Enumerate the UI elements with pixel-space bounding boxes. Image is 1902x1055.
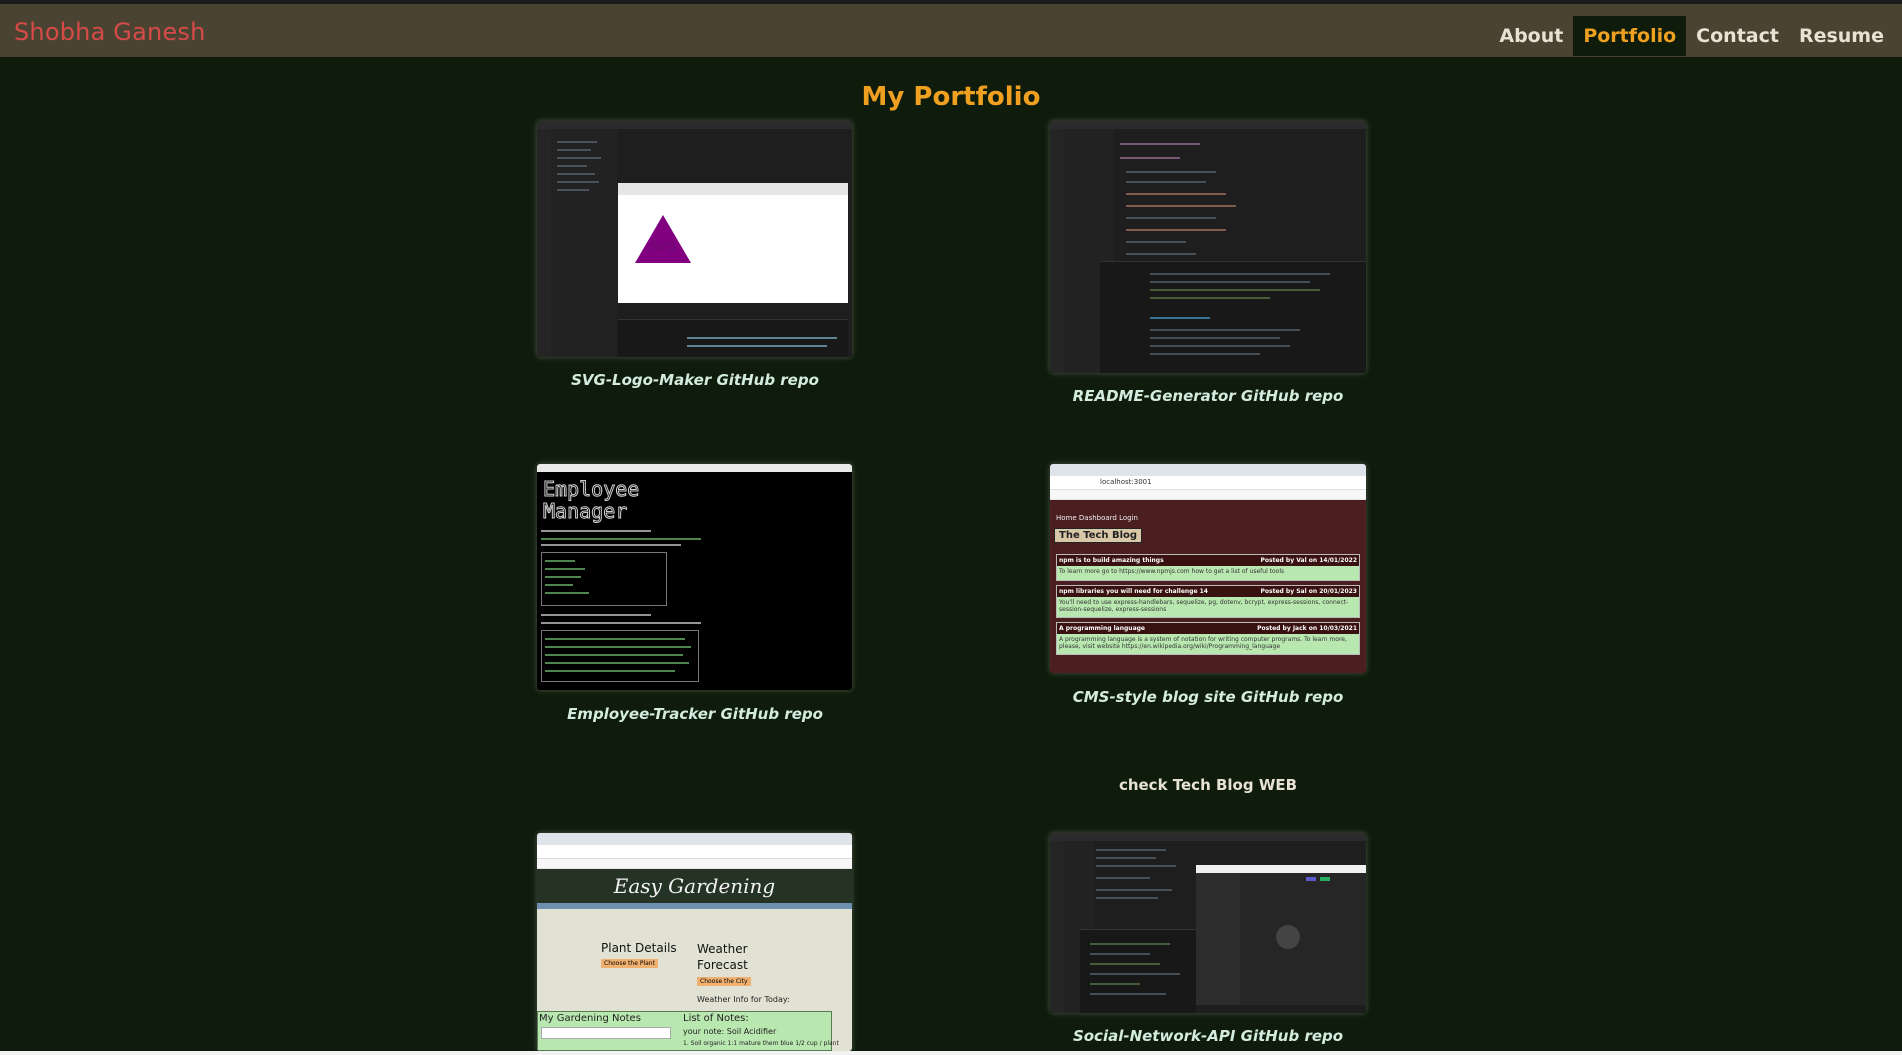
project-caption-social-network-api[interactable]: Social-Network-API GitHub repo bbox=[1048, 1027, 1368, 1045]
nav-about[interactable]: About bbox=[1489, 16, 1573, 56]
project-thumbnail-easy-gardening[interactable]: Easy Gardening Plant Details Choose the … bbox=[537, 833, 852, 1051]
site-brand[interactable]: Shobha Ganesh bbox=[14, 18, 206, 46]
project-thumbnail-svg-logo-maker[interactable]: SVG bbox=[537, 121, 852, 357]
nav-resume[interactable]: Resume bbox=[1789, 16, 1894, 56]
bottom-edge bbox=[0, 1051, 1902, 1055]
terminal-ascii-title: Employee Manager bbox=[543, 477, 640, 523]
project-thumbnail-tech-blog[interactable]: localhost:3001 Home Dashboard Login The … bbox=[1050, 464, 1366, 673]
nav-contact[interactable]: Contact bbox=[1686, 16, 1789, 56]
project-thumbnail-employee-tracker[interactable]: Employee Manager bbox=[537, 464, 852, 690]
project-thumbnail-readme-generator[interactable] bbox=[1050, 121, 1366, 373]
project-thumbnail-social-network-api[interactable] bbox=[1050, 833, 1366, 1013]
svg-triangle-logo: SVG bbox=[635, 215, 691, 263]
tech-blog-web-link[interactable]: check Tech Blog WEB bbox=[1048, 776, 1368, 794]
project-caption-tech-blog[interactable]: CMS-style blog site GitHub repo bbox=[1048, 688, 1368, 706]
project-caption-employee-tracker[interactable]: Employee-Tracker GitHub repo bbox=[535, 705, 855, 723]
svg-text:SVG: SVG bbox=[650, 240, 675, 254]
project-caption-readme-generator[interactable]: README-Generator GitHub repo bbox=[1048, 387, 1368, 405]
nav-portfolio[interactable]: Portfolio bbox=[1573, 16, 1687, 56]
main-nav: About Portfolio Contact Resume bbox=[1489, 16, 1894, 56]
project-caption-svg-logo-maker[interactable]: SVG-Logo-Maker GitHub repo bbox=[535, 371, 855, 389]
site-header: Shobha Ganesh About Portfolio Contact Re… bbox=[0, 4, 1902, 57]
page-title: My Portfolio bbox=[861, 82, 1041, 112]
